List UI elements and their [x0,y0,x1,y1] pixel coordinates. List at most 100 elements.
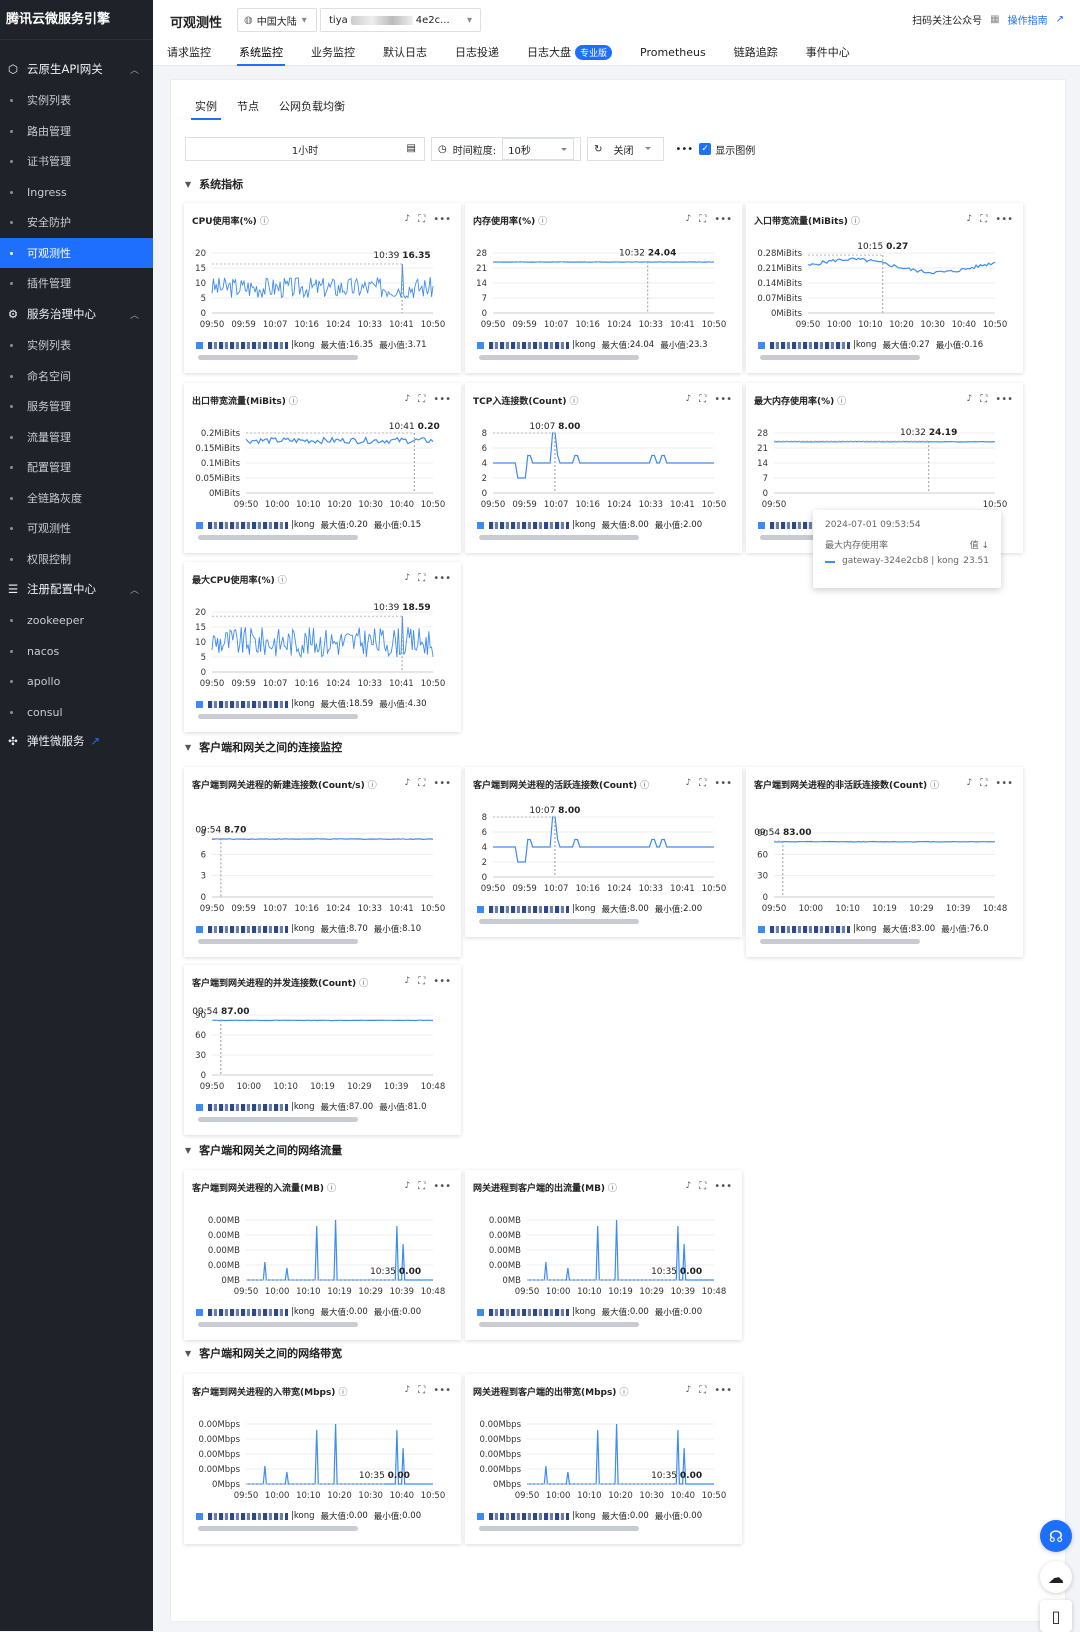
y-tick-label: 0 [482,309,487,319]
sidebar-item[interactable]: consul [0,697,153,727]
instance-select[interactable]: tiya 4e2c... ▾ [320,8,481,32]
qrcode-icon[interactable]: ▦ [990,14,999,25]
region-select[interactable]: ◍ 中国大陆 ▾ [237,8,317,32]
sidebar-group-2[interactable]: ☰注册配置中心︿ [0,575,153,603]
sidebar-group-0[interactable]: ⬡云原生API网关︿ [0,55,153,83]
sidebar-group-1[interactable]: ⚙服务治理中心︿ [0,300,153,328]
refresh-icon[interactable]: ↻ [594,144,602,155]
legend-scrollbar[interactable] [479,1322,639,1327]
marker-label: 09:54 87.00 [192,1007,249,1017]
guide-link[interactable]: 操作指南 [1008,12,1048,27]
sidebar-item[interactable]: nacos [0,636,153,666]
y-tick-label: 0.00Mbps [480,1435,522,1445]
chart-legend[interactable]: | kong最大值:87.00最小值:81.0 [196,1101,454,1113]
sidebar-group-3[interactable]: ✣弹性微服务 ↗ [0,727,153,755]
chart-legend[interactable]: | kong最大值:0.00最小值:0.00 [196,1510,454,1522]
tab-0[interactable]: 请求监控 [153,38,225,66]
chart-legend[interactable]: | kong最大值:16.35最小值:3.71 [196,339,454,351]
time-range-picker[interactable]: 1小时 ▤ [185,137,425,161]
legend-scrollbar[interactable] [479,535,639,540]
sidebar-item[interactable]: 证书管理 [0,146,153,176]
legend-scrollbar[interactable] [198,714,358,719]
legend-scrollbar[interactable] [198,1526,358,1531]
section-header[interactable]: ▼系统指标 [185,176,243,192]
legend-scrollbar[interactable] [479,919,639,924]
granularity-select[interactable]: 10秒 [502,138,574,160]
legend-min-label: 最小值: [379,1101,407,1113]
legend-scrollbar[interactable] [198,939,358,944]
chart-card-out_bw: 出口带宽流量(MiBits)ⓘ♪⛶•••0.2MiBits0.15MiBits0… [184,383,461,553]
show-legend-checkbox[interactable]: ✓ [699,143,711,155]
legend-scrollbar[interactable] [760,355,920,360]
y-tick-label: 8 [482,429,487,439]
section-header[interactable]: ▼客户端和网关之间的网络带宽 [185,1345,342,1361]
legend-max-label: 最大值: [320,339,348,351]
legend-min-label: 最小值: [374,1510,402,1522]
tab-3[interactable]: 默认日志 [369,38,441,66]
legend-min: 76.0 [970,924,989,934]
x-tick-label: 10:50 [983,320,1008,330]
sidebar-item[interactable]: 可观测性 [0,238,153,268]
sidebar-item[interactable]: 权限控制 [0,544,153,574]
x-tick-label: 10:07 [544,320,569,330]
legend-min: 0.00 [683,1307,702,1317]
sidebar-item[interactable]: zookeeper [0,605,153,635]
tab-7[interactable]: 链路追踪 [720,38,792,66]
sidebar-item[interactable]: 命名空间 [0,361,153,391]
x-tick-label: 10:30 [358,500,383,510]
tab-6[interactable]: Prometheus [626,38,720,66]
legend-scrollbar[interactable] [479,355,639,360]
cloud-icon[interactable]: ☁ [1040,1561,1072,1593]
y-tick-label: 28 [476,249,487,259]
sidebar-item[interactable]: 插件管理 [0,268,153,298]
legend-scrollbar[interactable] [760,939,920,944]
support-icon[interactable]: ☊ [1040,1520,1072,1552]
chart-legend[interactable]: | kong最大值:0.00最小值:0.00 [477,1306,735,1318]
legend-scrollbar[interactable] [198,1322,358,1327]
sidebar-item[interactable]: Ingress [0,177,153,207]
sidebar-item[interactable]: 服务管理 [0,391,153,421]
tab-2[interactable]: 业务监控 [297,38,369,66]
chart-legend[interactable]: | kong最大值:8.00最小值:2.00 [477,519,735,531]
refresh-select[interactable]: 关闭 [609,138,657,160]
chart-legend[interactable]: | kong最大值:8.70最小值:8.10 [196,923,454,935]
legend-scrollbar[interactable] [479,1526,639,1531]
more-icon[interactable]: ••• [670,137,700,161]
sidebar-item[interactable]: 路由管理 [0,116,153,146]
chart-legend[interactable]: | kong最大值:18.59最小值:4.30 [196,698,454,710]
legend-scrollbar[interactable] [198,1117,358,1122]
chart-legend[interactable]: | kong最大值:24.04最小值:23.3 [477,339,735,351]
chart-legend[interactable]: | kong最大值:83.00最小值:76.0 [758,923,1016,935]
book-icon[interactable]: ▯ [1040,1600,1072,1632]
chart-card-tcp: TCP入连接数(Count)ⓘ♪⛶•••8642009:5009:5910:07… [465,383,742,553]
legend-min-label: 最小值: [655,1306,683,1318]
x-tick-label: 10:00 [546,1287,571,1297]
legend-min-label: 最小值: [374,1306,402,1318]
section-header[interactable]: ▼客户端和网关之间的网络流量 [185,1142,342,1158]
sidebar-item[interactable]: 可观测性 [0,513,153,543]
chart-legend[interactable]: | kong最大值:0.27最小值:0.16 [758,339,1016,351]
sidebar-item[interactable]: 安全防护 [0,207,153,237]
tab-4[interactable]: 日志投递 [441,38,513,66]
chart-legend[interactable]: | kong最大值:8.00最小值:2.00 [477,903,735,915]
sidebar-item[interactable]: 全链路灰度 [0,483,153,513]
section-header[interactable]: ▼客户端和网关之间的连接监控 [185,739,342,755]
subtab-2[interactable]: 公网负载均衡 [269,94,355,118]
sidebar-item[interactable]: 实例列表 [0,330,153,360]
sidebar-item[interactable]: 配置管理 [0,452,153,482]
subtab-0[interactable]: 实例 [185,94,227,118]
tab-8[interactable]: 事件中心 [792,38,864,66]
calendar-icon: ▤ [407,143,416,154]
tab-1[interactable]: 系统监控 [225,38,297,66]
sidebar-item[interactable]: 流量管理 [0,422,153,452]
tab-5[interactable]: 日志大盘专业版 [513,38,626,66]
sidebar-item[interactable]: 实例列表 [0,85,153,115]
legend-scrollbar[interactable] [198,355,358,360]
chart-legend[interactable]: | kong最大值:0.00最小值:0.00 [477,1510,735,1522]
sidebar-item[interactable]: apollo [0,666,153,696]
chart-legend[interactable]: | kong最大值:0.00最小值:0.00 [196,1306,454,1318]
chart-legend[interactable]: | kong最大值:0.20最小值:0.15 [196,519,454,531]
subtab-1[interactable]: 节点 [227,94,269,118]
follow-link[interactable]: 扫码关注公众号 [912,12,982,27]
legend-scrollbar[interactable] [198,535,358,540]
